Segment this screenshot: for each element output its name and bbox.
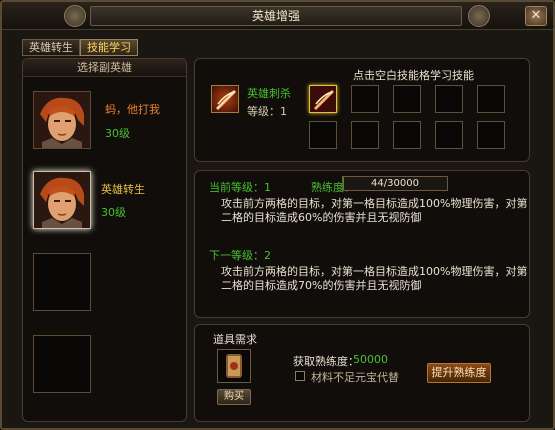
skill-learn-panel: 英雄刺杀 等级：1 点击空白技能格学习技能 xyxy=(194,58,530,162)
hero-list-header: 选择副英雄 xyxy=(23,59,186,77)
hero-slot-3-empty[interactable] xyxy=(33,253,91,311)
current-level-label: 当前等级：1 xyxy=(209,181,271,194)
skill-slot-2[interactable] xyxy=(351,85,379,113)
hero-level-2: 30级 xyxy=(101,206,126,219)
hero-portrait-avatar xyxy=(34,92,90,148)
skill-slot-9[interactable] xyxy=(435,121,463,149)
item-slot[interactable] xyxy=(217,349,251,383)
skill-slot-1-filled[interactable] xyxy=(309,85,337,113)
skill-slot-3[interactable] xyxy=(393,85,421,113)
skill-hint: 点击空白技能格学习技能 xyxy=(353,69,474,82)
skill-level-info-panel: 当前等级：1 熟练度： 攻击前方两格的目标，对第一格目标造成100%物理伤害，对… xyxy=(194,170,530,318)
title-ornament-left-icon xyxy=(64,5,86,27)
skill-slot-7[interactable] xyxy=(351,121,379,149)
tab-skill-learn[interactable]: 技能学习 xyxy=(80,39,138,56)
current-level-description: 攻击前方两格的目标，对第一格目标造成100%物理伤害，对第二格的目标造成60%的… xyxy=(221,197,528,224)
close-icon[interactable]: ✕ xyxy=(525,6,547,26)
substitute-checkbox-label: 材料不足元宝代替 xyxy=(311,371,399,384)
tab-hero-rebirth[interactable]: 英雄转生 xyxy=(22,39,80,56)
hero-portrait-avatar xyxy=(34,172,90,228)
hero-name-1: 蚂，他打我 xyxy=(105,103,160,116)
substitute-checkbox[interactable] xyxy=(295,371,305,381)
hero-slot-1[interactable] xyxy=(33,91,91,149)
hero-slot-2-selected[interactable] xyxy=(33,171,91,229)
proficiency-value: 44/30000 xyxy=(371,178,419,189)
title-ornament-right-icon xyxy=(468,5,490,27)
next-level-label: 下一等级：2 xyxy=(209,249,271,262)
window-title: 英雄增强 xyxy=(90,6,462,26)
skill-slot-10[interactable] xyxy=(477,121,505,149)
item-requirement-panel: 道具需求 购买 获取熟练度： 50000 材料不足元宝代替 提升熟练度 xyxy=(194,324,530,422)
hero-slot-4-empty[interactable] xyxy=(33,335,91,393)
scroll-icon xyxy=(226,354,242,378)
skill-slash-icon xyxy=(310,86,336,112)
upgrade-proficiency-button[interactable]: 提升熟练度 xyxy=(427,363,491,383)
hero-enhance-window: 英雄增强 ✕ 英雄转生 技能学习 选择副英雄 蚂，他打我 30级 英雄转生 30… xyxy=(0,0,555,430)
proficiency-bar: 44/30000 xyxy=(342,176,448,191)
skill-slot-4[interactable] xyxy=(435,85,463,113)
next-level-description: 攻击前方两格的目标，对第一格目标造成100%物理伤害，对第二格的目标造成70%的… xyxy=(221,265,528,292)
title-bar[interactable]: 英雄增强 ✕ xyxy=(2,2,553,30)
skill-level: 等级：1 xyxy=(247,105,287,118)
skill-slot-8[interactable] xyxy=(393,121,421,149)
skill-slash-icon[interactable] xyxy=(211,85,239,113)
skill-slot-5[interactable] xyxy=(477,85,505,113)
item-requirement-header: 道具需求 xyxy=(213,333,257,346)
gain-proficiency-value: 50000 xyxy=(353,353,388,366)
buy-button[interactable]: 购买 xyxy=(217,389,251,405)
hero-level-1: 30级 xyxy=(105,127,130,140)
skill-slot-6[interactable] xyxy=(309,121,337,149)
hero-list-panel: 选择副英雄 蚂，他打我 30级 英雄转生 30级 xyxy=(22,58,187,422)
skill-name: 英雄刺杀 xyxy=(247,87,291,100)
gain-proficiency-label: 获取熟练度： xyxy=(293,355,359,368)
hero-name-2: 英雄转生 xyxy=(101,183,145,196)
